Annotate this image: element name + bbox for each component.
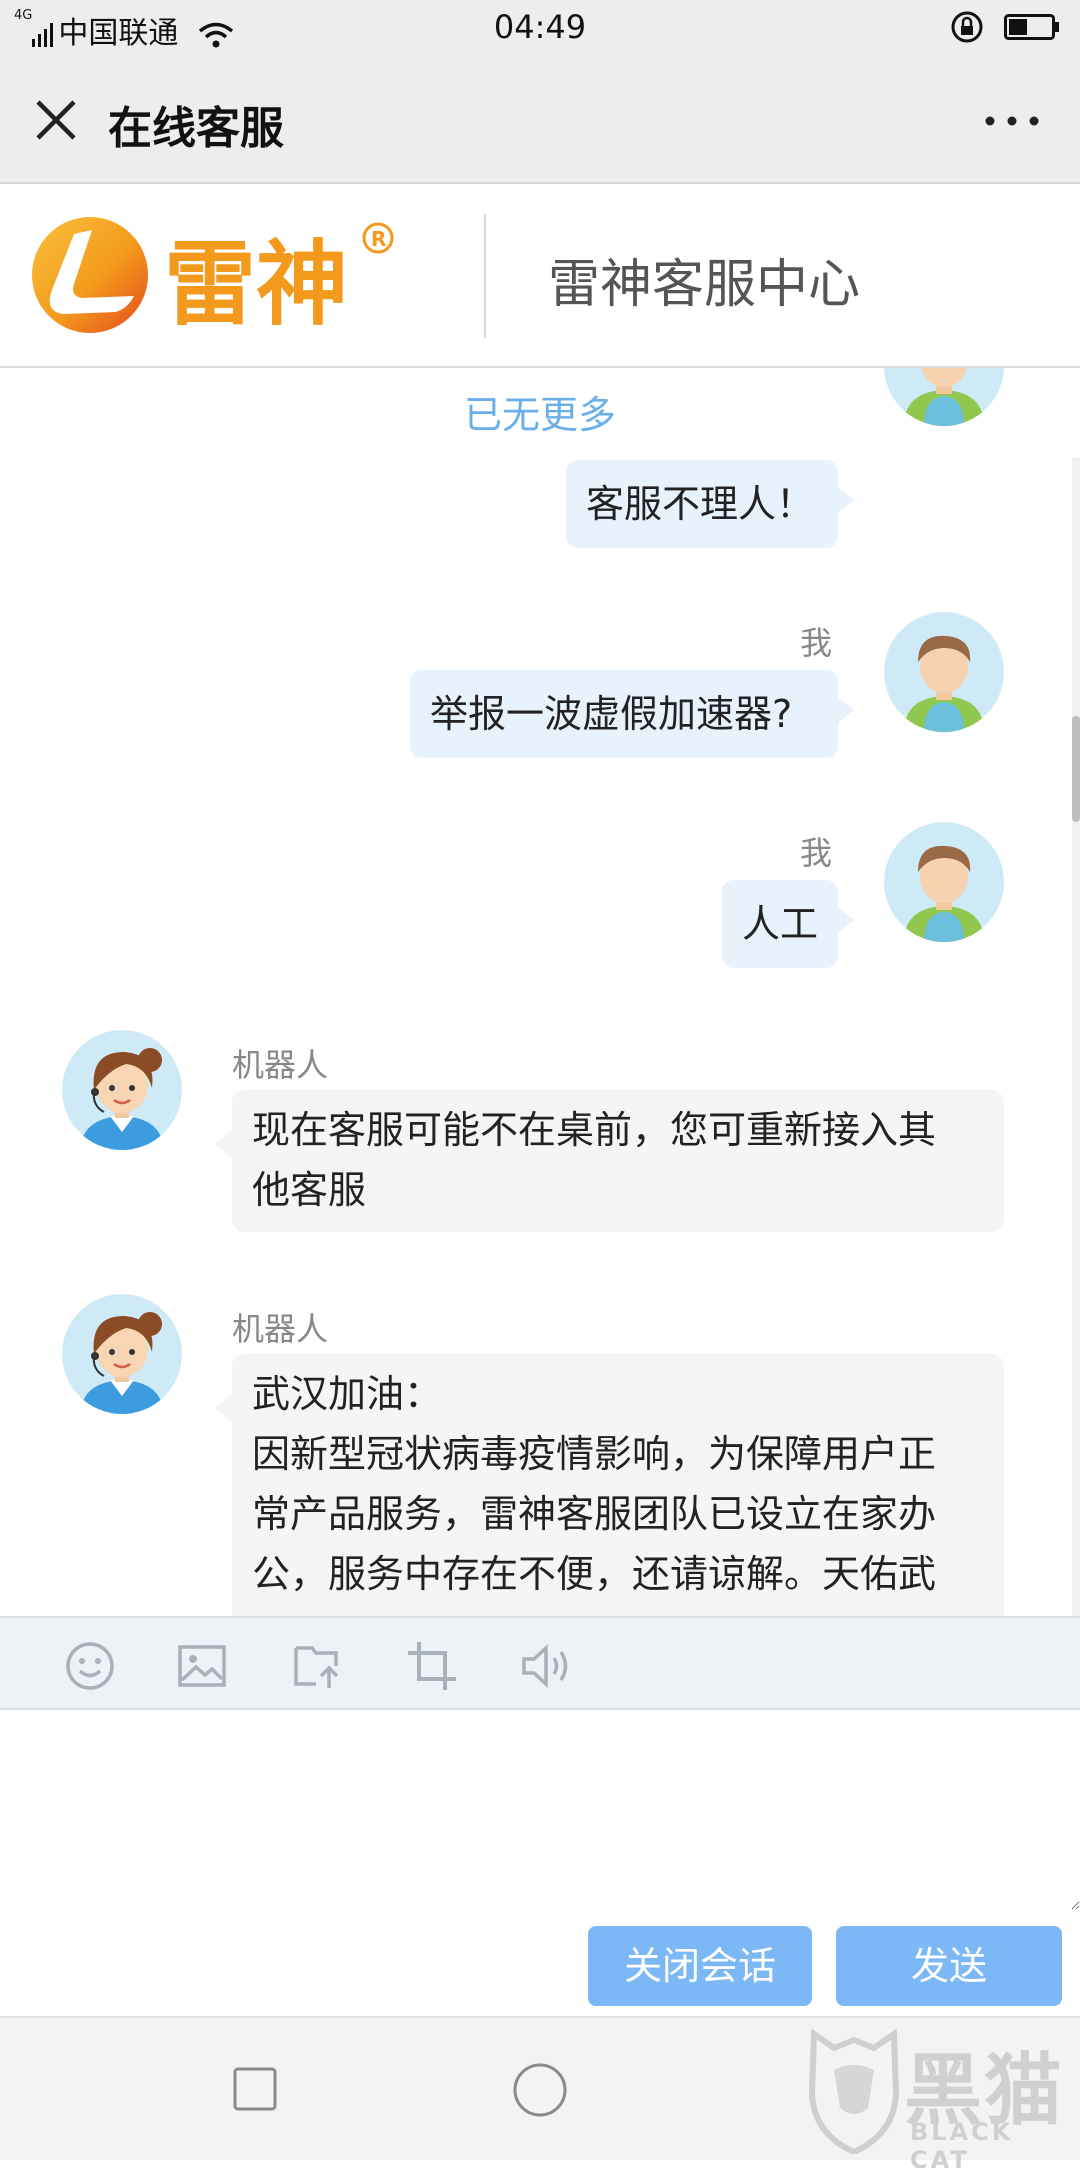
message-input[interactable] xyxy=(0,1710,1080,1910)
bubble-tail xyxy=(836,486,854,514)
scrollbar-track[interactable] xyxy=(1072,458,1080,1616)
message-bubble: 武汉加油： 因新型冠状病毒疫情影响，为保障用户正 常产品服务，雷神客服团队已设立… xyxy=(232,1354,1004,1616)
message-line: 公，服务中存在不便，还请谅解。天佑武 xyxy=(252,1552,937,1596)
send-button[interactable]: 发送 xyxy=(836,1926,1062,2006)
brand-header: 雷神 R 雷神客服中心 xyxy=(0,186,1080,368)
system-nav-bar: 黑猫 BLACK CAT xyxy=(0,2016,1080,2174)
message-line: 因新型冠状病毒疫情影响，为保障用户正 xyxy=(252,1432,937,1476)
bubble-tail xyxy=(836,696,854,724)
crop-icon[interactable] xyxy=(404,1638,460,1694)
input-toolbar xyxy=(0,1616,1080,1710)
bubble-tail xyxy=(214,1130,232,1158)
more-icon[interactable] xyxy=(984,106,1040,136)
status-bar: 4G 中国联通 04:49 xyxy=(0,0,1080,56)
rotation-lock-icon xyxy=(951,11,983,43)
scrollbar-thumb[interactable] xyxy=(1072,716,1080,822)
close-icon[interactable] xyxy=(30,94,82,146)
cat-shield-logo xyxy=(808,2028,900,2154)
sender-name: 机器人 xyxy=(232,1046,329,1084)
image-icon[interactable] xyxy=(174,1638,230,1694)
black-cat-watermark: 黑猫 BLACK CAT xyxy=(804,2024,1074,2174)
user-avatar xyxy=(884,822,1004,942)
bot-avatar xyxy=(62,1294,182,1414)
user-avatar xyxy=(884,612,1004,732)
sender-name: 我 xyxy=(800,834,833,872)
battery-icon xyxy=(1004,14,1059,40)
message-line: 他客服 xyxy=(252,1168,367,1212)
message-text: 人工 xyxy=(742,902,819,946)
message-bubble: 客服不理人！ xyxy=(566,460,838,548)
logo-text: 雷神 xyxy=(164,231,348,338)
sender-name: 机器人 xyxy=(232,1310,329,1348)
message-bubble: 现在客服可能不在桌前，您可重新接入其 他客服 xyxy=(232,1090,1004,1232)
bubble-tail xyxy=(836,906,854,934)
emoji-icon[interactable] xyxy=(62,1638,118,1694)
close-session-button[interactable]: 关闭会话 xyxy=(588,1926,812,2006)
status-icons xyxy=(950,10,1060,44)
svg-text:R: R xyxy=(371,227,386,251)
sender-name: 我 xyxy=(800,624,833,662)
chat-area[interactable]: 已无更多 客服不理人！ 我 举报一波虚假加速器? 我 人工 机器人 现在客服可能… xyxy=(0,368,1080,1616)
message-text: 举报一波虚假加速器? xyxy=(430,692,793,736)
watermark-en-text: BLACK CAT xyxy=(910,2118,1014,2174)
header-divider xyxy=(484,214,486,338)
message-line: 常产品服务，雷神客服团队已设立在家办 xyxy=(252,1492,937,1536)
leishen-logo: 雷神 R xyxy=(32,217,394,338)
recent-apps-icon[interactable] xyxy=(232,2066,278,2112)
message-text: 客服不理人！ xyxy=(586,482,815,526)
message-line: 现在客服可能不在桌前，您可重新接入其 xyxy=(252,1108,937,1152)
message-compose-area: 关闭会话 发送 xyxy=(0,1710,1080,2010)
bubble-tail xyxy=(214,1394,232,1422)
bot-avatar xyxy=(62,1030,182,1150)
clock: 04:49 xyxy=(493,8,587,46)
nav-bar: 在线客服 xyxy=(0,56,1080,184)
message-bubble: 举报一波虚假加速器? xyxy=(410,670,838,758)
home-icon[interactable] xyxy=(512,2062,568,2118)
voice-icon[interactable] xyxy=(518,1638,574,1694)
service-center-title: 雷神客服中心 xyxy=(548,255,861,315)
file-upload-icon[interactable] xyxy=(290,1638,346,1694)
message-bubble: 人工 xyxy=(722,880,838,968)
page-title: 在线客服 xyxy=(108,103,284,154)
message-line: 武汉加油： xyxy=(252,1372,443,1416)
